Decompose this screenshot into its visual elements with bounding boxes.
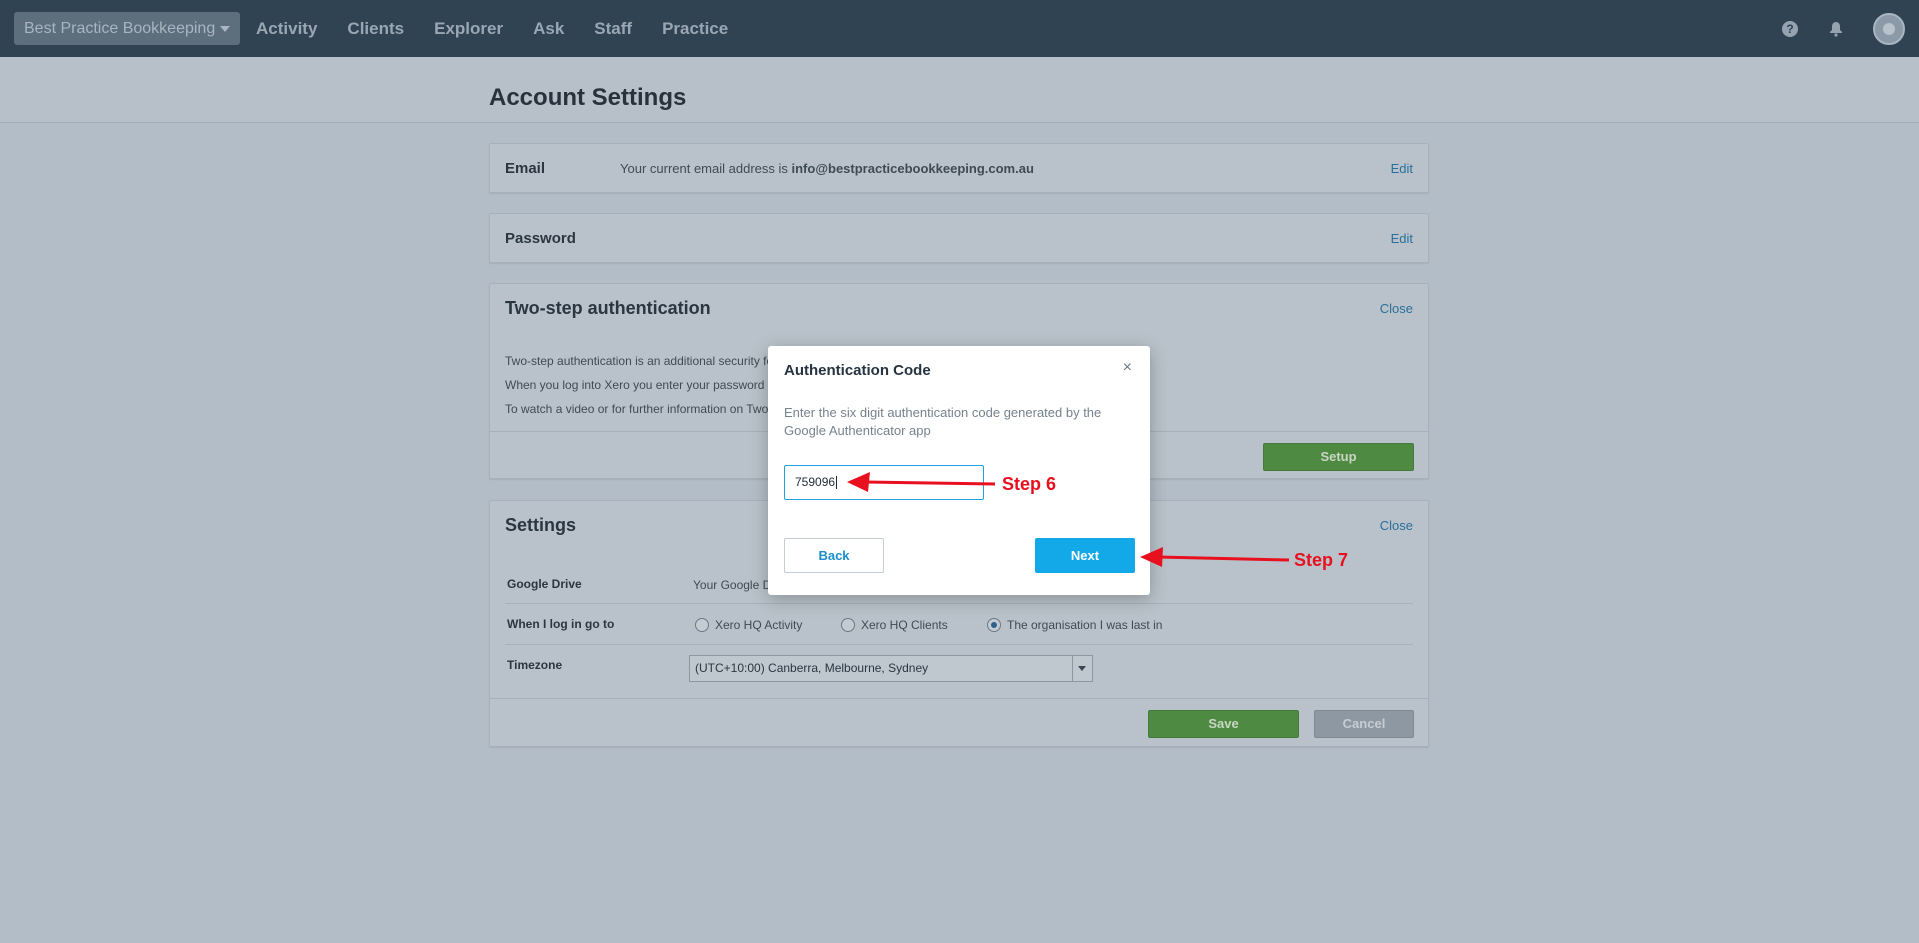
- radio-label-xero-hq-activity: Xero HQ Activity: [715, 618, 803, 632]
- nav-explorer[interactable]: Explorer: [434, 0, 503, 57]
- timezone-label: Timezone: [507, 658, 563, 672]
- two-step-line-3: To watch a video or for further informat…: [505, 402, 769, 416]
- login-label: When I log in go to: [507, 617, 615, 631]
- page-title: Account Settings: [489, 84, 687, 111]
- two-step-line-1: Two-step authentication is an additional…: [505, 354, 774, 368]
- caret-down-icon: [220, 25, 231, 32]
- nav-clients[interactable]: Clients: [347, 0, 404, 57]
- timezone-value: (UTC+10:00) Canberra, Melbourne, Sydney: [695, 661, 929, 675]
- email-panel: Email Your current email address is info…: [489, 143, 1429, 193]
- divider: [505, 644, 1413, 645]
- two-step-title: Two-step authentication: [505, 298, 711, 318]
- authentication-code-modal: Authentication Code × Enter the six digi…: [768, 346, 1150, 595]
- main-nav: Activity Clients Explorer Ask Staff Prac…: [256, 0, 758, 57]
- bell-icon[interactable]: [1825, 18, 1847, 40]
- top-navigation-bar: Best Practice Bookkeeping Activity Clien…: [0, 0, 1919, 57]
- modal-description: Enter the six digit authentication code …: [784, 405, 1102, 438]
- nav-practice[interactable]: Practice: [662, 0, 728, 57]
- close-icon[interactable]: ×: [1123, 359, 1132, 377]
- back-button[interactable]: Back: [784, 538, 884, 573]
- google-drive-value: Your Google D: [693, 578, 772, 592]
- organisation-name: Best Practice Bookkeeping: [24, 20, 216, 37]
- text-cursor: [836, 476, 838, 490]
- password-label: Password: [505, 230, 576, 247]
- avatar[interactable]: [1873, 12, 1905, 45]
- radio-label-xero-hq-clients: Xero HQ Clients: [861, 618, 948, 632]
- settings-title: Settings: [505, 515, 577, 535]
- radio-xero-hq-activity[interactable]: [695, 618, 709, 632]
- radio-label-last-organisation: The organisation I was last in: [1007, 618, 1163, 632]
- password-edit-link[interactable]: Edit: [1391, 231, 1413, 246]
- code-value: 759096: [795, 475, 836, 489]
- password-panel: Password Edit: [489, 213, 1429, 263]
- top-right-icons: ?: [1755, 0, 1905, 57]
- organisation-switcher[interactable]: Best Practice Bookkeeping: [14, 12, 241, 45]
- nav-staff[interactable]: Staff: [594, 0, 632, 57]
- radio-xero-hq-clients[interactable]: [841, 618, 855, 632]
- email-edit-link[interactable]: Edit: [1391, 161, 1413, 176]
- chevron-down-icon: [1072, 656, 1092, 681]
- radio-last-organisation[interactable]: [987, 618, 1001, 632]
- divider: [490, 698, 1428, 699]
- two-step-line-2: When you log into Xero you enter your pa…: [505, 378, 765, 392]
- email-prefix: Your current email address is: [620, 161, 792, 176]
- page-header: [0, 57, 1919, 123]
- two-step-close-link[interactable]: Close: [1380, 301, 1413, 316]
- step6-label: Step 6: [1002, 474, 1057, 494]
- settings-close-link[interactable]: Close: [1380, 518, 1413, 533]
- step7-label: Step 7: [1294, 550, 1349, 570]
- divider: [505, 603, 1413, 604]
- timezone-select[interactable]: (UTC+10:00) Canberra, Melbourne, Sydney: [689, 655, 1093, 682]
- next-button[interactable]: Next: [1035, 538, 1135, 573]
- cancel-button[interactable]: Cancel: [1314, 710, 1414, 738]
- nav-activity[interactable]: Activity: [256, 0, 317, 57]
- nav-ask[interactable]: Ask: [533, 0, 564, 57]
- google-drive-label: Google Drive: [507, 577, 582, 591]
- help-icon[interactable]: ?: [1779, 18, 1801, 40]
- save-button[interactable]: Save: [1148, 710, 1299, 738]
- authentication-code-input[interactable]: 759096: [784, 465, 984, 500]
- email-text: Your current email address is info@bestp…: [620, 161, 1034, 176]
- modal-title: Authentication Code: [784, 362, 931, 379]
- email-label: Email: [505, 160, 546, 177]
- setup-button[interactable]: Setup: [1263, 443, 1414, 471]
- email-address: info@bestpracticebookkeeping.com.au: [791, 161, 1034, 176]
